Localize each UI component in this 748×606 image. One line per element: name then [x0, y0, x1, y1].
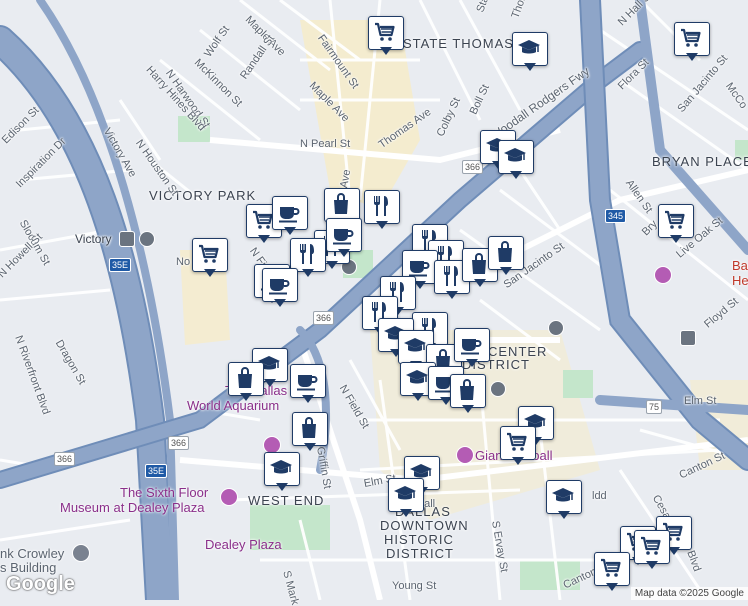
marker-pointer — [284, 227, 296, 235]
map-marker-cart[interactable] — [634, 530, 670, 570]
map-marker-cart[interactable] — [674, 22, 710, 62]
marker-pointer — [302, 269, 314, 277]
marker-pointer — [446, 291, 458, 299]
poi-baylor-line2[interactable]: He — [732, 273, 748, 288]
poi-sixth-floor-line1[interactable]: The Sixth Floor — [120, 485, 208, 500]
marker-pointer — [466, 359, 478, 367]
museum-icon[interactable] — [220, 488, 238, 506]
marker-pointer — [326, 261, 338, 269]
route-366-shield: 366 — [313, 311, 335, 325]
map-marker-cap[interactable] — [388, 478, 424, 518]
map-marker-bag[interactable] — [228, 362, 264, 402]
map-marker-cap[interactable] — [512, 32, 548, 72]
marker-pointer — [302, 395, 314, 403]
marker-pointer — [376, 221, 388, 229]
poi-baylor-line1[interactable]: Ba — [732, 258, 748, 273]
district-bryan-place: BRYAN PLACE — [652, 154, 748, 169]
building-icon — [72, 544, 90, 562]
district-downtown-3: HISTORIC — [384, 532, 454, 547]
poi-dealey-plaza[interactable]: Dealey Plaza — [205, 537, 282, 552]
marker-pointer — [204, 269, 216, 277]
map-canvas[interactable]: STATE THOMAS VICTORY PARK BRYAN PLACE WE… — [0, 0, 748, 606]
map-marker-bag[interactable] — [292, 412, 328, 452]
transit-stop-icon[interactable] — [680, 330, 696, 346]
marker-pointer — [412, 393, 424, 401]
map-marker-cup[interactable] — [290, 364, 326, 404]
marker-pointer — [558, 511, 570, 519]
map-marker-cart[interactable] — [192, 238, 228, 278]
marker-pointer — [510, 171, 522, 179]
marker-pointer — [338, 249, 350, 257]
marker-pointer — [670, 235, 682, 243]
marker-pointer — [524, 63, 536, 71]
marker-pointer — [686, 53, 698, 61]
map-marker-cap[interactable] — [498, 140, 534, 180]
transit-victory-label[interactable]: Victory — [75, 232, 111, 246]
interstate-35e-shield: 35E — [109, 258, 132, 272]
marker-pointer — [646, 561, 658, 569]
marker-pointer — [512, 457, 524, 465]
map-marker-cart[interactable] — [594, 552, 630, 592]
map-marker-bag[interactable] — [488, 236, 524, 276]
marker-pointer — [258, 235, 270, 243]
map-marker-cap[interactable] — [264, 452, 300, 492]
poi-sixth-floor-line2[interactable]: Museum at Dealey Plaza — [60, 500, 205, 515]
marker-pointer — [304, 443, 316, 451]
map-marker-cap[interactable] — [546, 480, 582, 520]
route-366-shield: 366 — [54, 452, 76, 466]
route-75-shield: 75 — [646, 400, 663, 414]
interstate-345-shield: 345 — [605, 209, 627, 223]
transit-stop-icon[interactable] — [548, 320, 564, 336]
map-marker-cup[interactable] — [454, 328, 490, 368]
marker-pointer — [474, 279, 486, 287]
map-marker-bag[interactable] — [450, 374, 486, 414]
street-ldd: ldd — [592, 490, 607, 502]
marker-pointer — [380, 47, 392, 55]
marker-pointer — [606, 583, 618, 591]
route-366-shield: 366 — [168, 436, 190, 450]
map-marker-cup[interactable] — [326, 218, 362, 258]
map-marker-cart[interactable] — [500, 426, 536, 466]
map-marker-cart[interactable] — [658, 204, 694, 244]
district-west-end: WEST END — [248, 493, 325, 508]
marker-pointer — [264, 379, 276, 387]
street-n-pearl: N Pearl St — [300, 138, 351, 150]
map-attribution[interactable]: Map data ©2025 Google — [630, 587, 748, 600]
train-icon[interactable] — [119, 231, 135, 247]
poi-crowley-line1: nk Crowley — [0, 546, 65, 561]
attraction-icon[interactable] — [456, 446, 474, 464]
map-marker-fork[interactable] — [364, 190, 400, 230]
map-marker-cart[interactable] — [368, 16, 404, 56]
bus-icon[interactable] — [139, 231, 155, 247]
marker-pointer — [500, 267, 512, 275]
map-marker-cup[interactable] — [272, 196, 308, 236]
district-state-thomas: STATE THOMAS — [403, 36, 514, 51]
street-no: No — [176, 256, 191, 268]
interstate-35e-shield: 35E — [145, 464, 168, 478]
marker-pointer — [240, 393, 252, 401]
street-elm-2: Elm St — [684, 395, 717, 407]
map-marker-cup[interactable] — [262, 268, 298, 308]
district-downtown-2: DOWNTOWN — [380, 518, 469, 533]
marker-pointer — [276, 483, 288, 491]
hospital-icon[interactable] — [654, 266, 672, 284]
transit-stop-icon[interactable] — [490, 381, 506, 397]
marker-pointer — [462, 405, 474, 413]
marker-pointer — [274, 299, 286, 307]
street-young: Young St — [392, 580, 437, 592]
marker-pointer — [400, 509, 412, 517]
district-downtown-4: DISTRICT — [386, 546, 454, 561]
google-logo[interactable]: Google — [6, 573, 75, 596]
